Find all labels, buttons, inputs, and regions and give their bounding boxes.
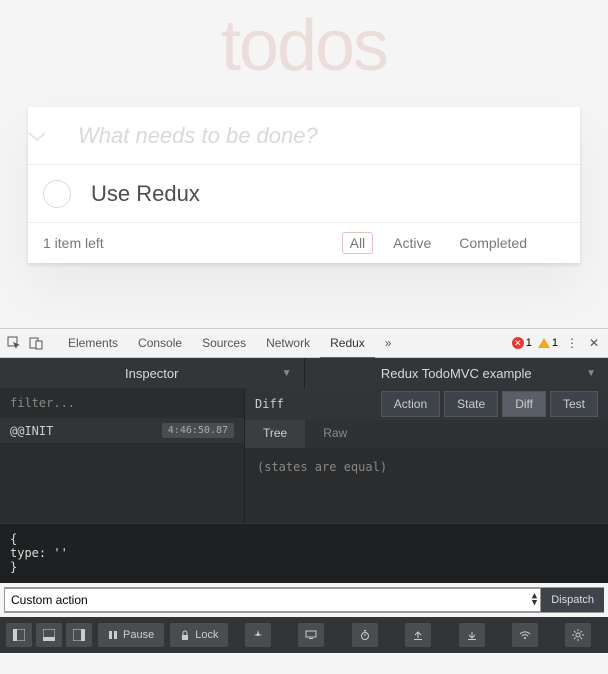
sub-tab-raw[interactable]: Raw xyxy=(305,420,365,448)
layout-right-icon[interactable] xyxy=(66,623,92,647)
action-list-panel: @@INIT 4:46:50.87 xyxy=(0,388,245,523)
tab-network[interactable]: Network xyxy=(256,328,320,358)
dispatch-select-wrap: Custom action ▲▼ xyxy=(4,588,541,612)
lock-label: Lock xyxy=(195,629,218,641)
panel-headers: Inspector ▼ Redux TodoMVC example ▼ xyxy=(0,358,608,388)
tab-elements[interactable]: Elements xyxy=(58,328,128,358)
download-icon[interactable] xyxy=(459,623,485,647)
tabs-overflow-icon[interactable]: » xyxy=(375,328,402,358)
dispatch-select[interactable]: Custom action xyxy=(4,588,541,612)
app-title: todos xyxy=(0,5,608,87)
todo-item[interactable]: Use Redux xyxy=(28,165,580,223)
layout-buttons xyxy=(6,623,92,647)
redux-devtools-panel: Inspector ▼ Redux TodoMVC example ▼ @@IN… xyxy=(0,358,608,674)
warning-icon xyxy=(538,338,550,348)
settings-icon[interactable] xyxy=(565,623,591,647)
todo-item-text: Use Redux xyxy=(91,181,200,207)
view-label: Diff xyxy=(255,397,284,411)
filter-group: All Active Completed xyxy=(342,232,535,254)
filter-active[interactable]: Active xyxy=(385,232,439,254)
action-timestamp: 4:46:50.87 xyxy=(162,423,234,438)
instance-title: Redux TodoMVC example xyxy=(381,366,532,381)
dispatch-button[interactable]: Dispatch xyxy=(541,588,604,612)
view-tab-state[interactable]: State xyxy=(444,391,498,417)
devtools-tabs: Elements Console Sources Network Redux » xyxy=(58,328,401,358)
error-badge[interactable]: ✕ 1 xyxy=(512,337,532,349)
sub-tab-row: Tree Raw xyxy=(245,420,608,448)
toolbar-icons xyxy=(234,623,602,647)
inspector-title: Inspector xyxy=(125,366,178,381)
dispatch-row: Custom action ▲▼ Dispatch xyxy=(4,587,604,613)
filter-all[interactable]: All xyxy=(342,232,374,254)
lock-icon xyxy=(180,630,190,640)
tab-sources[interactable]: Sources xyxy=(192,328,256,358)
layout-bottom-icon[interactable] xyxy=(36,623,62,647)
todo-footer: 1 item left All Active Completed xyxy=(28,223,580,263)
pin-icon[interactable] xyxy=(245,623,271,647)
timer-icon[interactable] xyxy=(352,623,378,647)
view-tab-action[interactable]: Action xyxy=(381,391,440,417)
view-tab-diff[interactable]: Diff xyxy=(502,391,546,417)
bottom-toolbar: Pause Lock xyxy=(0,617,608,653)
sub-tab-tree[interactable]: Tree xyxy=(245,420,305,448)
screen-icon[interactable] xyxy=(298,623,324,647)
items-left-count: 1 item left xyxy=(43,235,342,251)
chevron-down-icon: ▼ xyxy=(282,368,292,379)
tab-redux[interactable]: Redux xyxy=(320,328,375,358)
pause-button[interactable]: Pause xyxy=(98,623,164,647)
inspect-element-icon[interactable] xyxy=(6,335,22,351)
detail-panel: Diff Action State Diff Test Tree Raw (st… xyxy=(245,388,608,523)
toggle-all-icon[interactable] xyxy=(28,130,78,142)
action-code-preview[interactable]: { type: '' } xyxy=(0,523,608,583)
todo-card: Use Redux 1 item left All Active Complet… xyxy=(28,107,580,263)
pause-icon xyxy=(108,630,118,640)
devtools-toolbar: Elements Console Sources Network Redux »… xyxy=(0,328,608,358)
warning-badge[interactable]: 1 xyxy=(538,337,558,349)
warning-count: 1 xyxy=(552,337,558,349)
layout-left-icon[interactable] xyxy=(6,623,32,647)
instance-header[interactable]: Redux TodoMVC example ▼ xyxy=(305,358,608,388)
chevron-down-icon: ▼ xyxy=(586,368,596,379)
todomvc-app: todos Use Redux 1 item left All Active C… xyxy=(0,0,608,328)
pause-label: Pause xyxy=(123,629,154,641)
kebab-menu-icon[interactable]: ⋮ xyxy=(564,335,580,351)
close-icon[interactable]: ✕ xyxy=(586,335,602,351)
upload-icon[interactable] xyxy=(405,623,431,647)
view-tab-test[interactable]: Test xyxy=(550,391,598,417)
remote-icon[interactable] xyxy=(512,623,538,647)
inspector-header[interactable]: Inspector ▼ xyxy=(0,358,305,388)
lock-button[interactable]: Lock xyxy=(170,623,228,647)
action-filter-input[interactable] xyxy=(0,388,244,418)
device-toggle-icon[interactable] xyxy=(28,335,44,351)
action-row[interactable]: @@INIT 4:46:50.87 xyxy=(0,418,244,443)
error-icon: ✕ xyxy=(512,337,524,349)
panels-row: @@INIT 4:46:50.87 Diff Action State Diff… xyxy=(0,388,608,523)
filter-completed[interactable]: Completed xyxy=(451,232,535,254)
new-todo-row xyxy=(28,107,580,165)
todo-checkbox[interactable] xyxy=(43,180,71,208)
diff-message: (states are equal) xyxy=(245,448,608,486)
action-type: @@INIT xyxy=(10,424,53,438)
view-tab-row: Diff Action State Diff Test xyxy=(245,388,608,420)
error-count: 1 xyxy=(526,337,532,349)
new-todo-input[interactable] xyxy=(78,123,580,149)
devtools-right: ✕ 1 1 ⋮ ✕ xyxy=(512,335,602,351)
tab-console[interactable]: Console xyxy=(128,328,192,358)
